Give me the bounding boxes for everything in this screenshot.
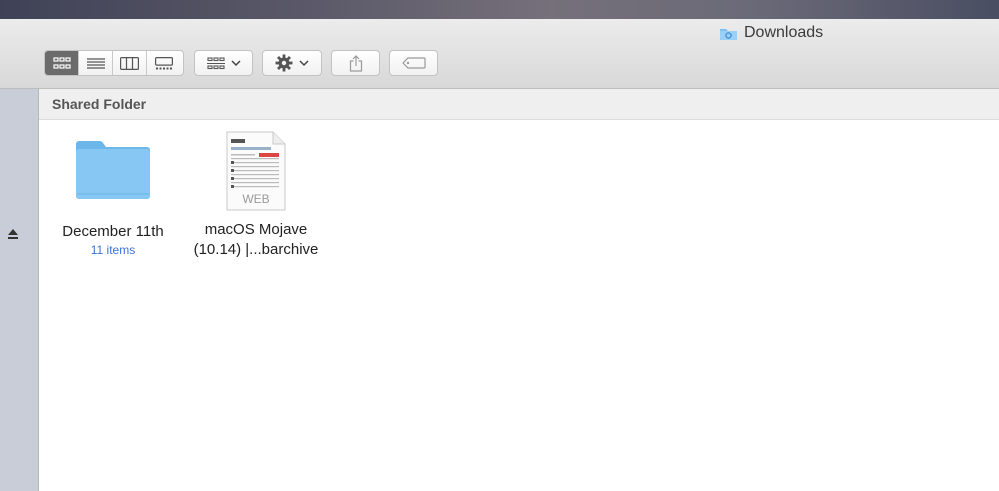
eject-icon[interactable] (7, 227, 19, 241)
web-badge: WEB (242, 192, 269, 206)
icon-view-button[interactable] (45, 51, 79, 75)
desktop-background (0, 0, 999, 19)
tag-button[interactable] (389, 50, 438, 76)
finder-toolbar-area: Downloads (0, 19, 999, 89)
chevron-down-icon (299, 59, 309, 66)
window-title-text: Downloads (744, 24, 824, 41)
list-view-icon (86, 57, 105, 69)
list-view-button[interactable] (79, 51, 113, 75)
file-name: December 11th (62, 223, 164, 240)
file-name-line-2: (10.14) |...barchive (193, 241, 319, 258)
file-item-webarchive[interactable]: WEB macOS Mojave (10.14) |...barchive (187, 131, 325, 260)
sidebar (0, 89, 39, 491)
group-by-icon (206, 56, 225, 69)
view-switcher (44, 50, 184, 76)
window-title: Downloads (719, 24, 823, 42)
column-view-icon (120, 56, 139, 70)
action-button[interactable] (262, 50, 322, 76)
gallery-view-button[interactable] (147, 51, 181, 75)
file-browser: December 11th 11 items WEB macOS Mojave … (39, 120, 999, 491)
folder-icon (720, 28, 737, 40)
tag-icon (401, 57, 426, 69)
path-label: Shared Folder (52, 96, 147, 112)
chevron-down-icon (230, 59, 241, 66)
path-bar: Shared Folder (39, 89, 999, 120)
gallery-view-icon (155, 56, 173, 69)
share-icon (349, 54, 362, 72)
column-view-button[interactable] (113, 51, 147, 75)
webarchive-icon: WEB (226, 131, 286, 211)
icon-view-icon (52, 57, 71, 69)
group-by-button[interactable] (194, 50, 253, 76)
share-button[interactable] (331, 50, 380, 76)
file-name-line-1: macOS Mojave (204, 221, 308, 238)
file-item-folder[interactable]: December 11th 11 items (47, 138, 179, 258)
item-count: 11 items (90, 243, 136, 257)
gear-icon (275, 54, 293, 72)
folder-icon (76, 140, 150, 199)
